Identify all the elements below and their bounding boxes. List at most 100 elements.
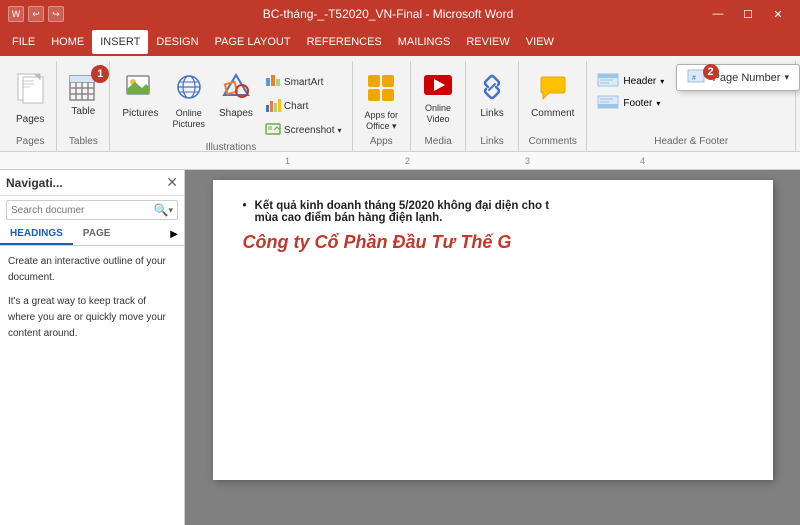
window-controls: — ☐ ✕ <box>704 4 792 24</box>
comments-group-items: Comment <box>525 63 580 136</box>
links-button[interactable]: Links <box>472 67 512 135</box>
menu-review[interactable]: REVIEW <box>458 30 517 54</box>
comment-icon <box>539 73 567 106</box>
page-number-dropdown-arrow: ▾ <box>784 72 789 83</box>
nav-body: Create an interactive outline of your do… <box>0 246 184 358</box>
nav-close-btn[interactable]: ✕ <box>166 174 178 191</box>
ribbon-group-pages: Pages Pages <box>4 61 57 151</box>
chart-button[interactable]: Chart <box>261 95 346 118</box>
ribbon-group-media: OnlineVideo Media <box>411 61 466 151</box>
pictures-icon <box>126 73 154 106</box>
ribbon: Pages Pages 1 <box>0 56 800 152</box>
shapes-icon <box>222 73 250 106</box>
menu-references[interactable]: REFERENCES <box>299 30 390 54</box>
undo-icon[interactable]: ↩ <box>28 6 44 22</box>
svg-text:#: # <box>692 75 696 82</box>
nav-tab-arrow[interactable]: ▶ <box>164 225 184 244</box>
pages-group-label: Pages <box>10 136 50 149</box>
search-dropdown[interactable]: ▾ <box>168 205 173 216</box>
menu-page-layout[interactable]: PAGE LAYOUT <box>207 30 299 54</box>
nav-body-text-2: It's a great way to keep track of where … <box>8 294 176 342</box>
links-group-items: Links <box>472 63 512 136</box>
page-number-popup: # 2 Page Number ▾ <box>676 64 800 91</box>
title-bar: W ↩ ↪ BC-tháng-_-T52020_VN-Final - Micro… <box>0 0 800 28</box>
ruler-mark-2: 2 <box>405 156 410 166</box>
menu-insert[interactable]: INSERT <box>92 30 148 54</box>
illustrations-group-label: Illustrations <box>116 142 345 155</box>
bullet-marker: • <box>243 200 247 224</box>
pages-label: Pages <box>16 114 44 126</box>
close-btn[interactable]: ✕ <box>764 4 792 24</box>
footer-dropdown: ▾ <box>656 99 660 108</box>
doc-content: • Kết quả kinh doanh tháng 5/2020 không … <box>243 200 743 253</box>
doc-vietnamese-title: Công ty Cổ Phần Đầu Tư Thế G <box>243 232 743 253</box>
ribbon-group-comments: Comment Comments <box>519 61 587 151</box>
pages-button[interactable]: Pages <box>10 67 50 135</box>
shapes-label: Shapes <box>219 108 253 120</box>
pictures-button[interactable]: Pictures <box>116 67 164 135</box>
header-button[interactable]: Header ▾ <box>593 71 668 92</box>
title-bar-icons: W ↩ ↪ <box>8 6 64 22</box>
header-label: Header <box>623 76 656 87</box>
online-pictures-icon <box>175 73 203 106</box>
menu-file[interactable]: FILE <box>4 30 43 54</box>
menu-home[interactable]: HOME <box>43 30 92 54</box>
badge-1: 1 <box>91 65 109 83</box>
ribbon-group-illustrations: Pictures OnlinePictures <box>110 61 352 151</box>
online-video-icon <box>423 73 453 101</box>
menu-view[interactable]: VIEW <box>518 30 562 54</box>
tables-group-items: 1 Table <box>63 63 103 136</box>
table-label: Table <box>69 106 97 118</box>
header-footer-group-label: Header & Footer <box>593 136 789 149</box>
header-footer-col: Header ▾ Footer ▾ <box>593 67 668 114</box>
badge-2: 2 <box>703 64 719 80</box>
doc-page: • Kết quả kinh doanh tháng 5/2020 không … <box>213 180 773 480</box>
maximize-btn[interactable]: ☐ <box>734 4 762 24</box>
header-dropdown: ▾ <box>660 77 664 86</box>
nav-tab-page[interactable]: PAGE <box>73 224 121 245</box>
links-group-label: Links <box>472 136 512 149</box>
nav-tabs: HEADINGS PAGE ▶ <box>0 224 184 246</box>
doc-bullet-1: • Kết quả kinh doanh tháng 5/2020 không … <box>243 200 743 224</box>
screenshot-button[interactable]: Screenshot ▾ <box>261 119 346 142</box>
main-area: Navigati... ✕ 🔍 ▾ HEADINGS PAGE ▶ Create… <box>0 170 800 525</box>
minimize-btn[interactable]: — <box>704 4 732 24</box>
smartart-button[interactable]: SmartArt <box>261 71 346 94</box>
comment-button[interactable]: Comment <box>525 67 580 135</box>
tables-group-label: Tables <box>63 136 103 149</box>
page-number-label: Page Number <box>713 72 781 84</box>
nav-tab-headings[interactable]: HEADINGS <box>0 224 73 245</box>
apps-for-office-button[interactable]: Apps forOffice ▾ <box>359 67 405 135</box>
apps-icon <box>366 73 396 108</box>
shapes-button[interactable]: Shapes <box>213 67 259 135</box>
footer-label: Footer <box>623 98 652 109</box>
illustrations-group-items: Pictures OnlinePictures <box>116 63 345 142</box>
online-pictures-button[interactable]: OnlinePictures <box>166 67 211 135</box>
redo-icon[interactable]: ↪ <box>48 6 64 22</box>
screenshot-icon <box>265 121 281 140</box>
nav-title: Navigati... <box>6 176 63 190</box>
footer-button[interactable]: Footer ▾ <box>593 93 668 114</box>
nav-body-text-1: Create an interactive outline of your do… <box>8 254 176 286</box>
online-pictures-label: OnlinePictures <box>172 108 205 130</box>
menu-design[interactable]: DESIGN <box>148 30 206 54</box>
media-group-items: OnlineVideo <box>417 63 459 136</box>
online-video-button[interactable]: OnlineVideo <box>417 67 459 135</box>
comment-label: Comment <box>531 108 574 120</box>
nav-search-input[interactable] <box>11 205 154 216</box>
nav-search[interactable]: 🔍 ▾ <box>6 200 178 220</box>
links-icon <box>478 73 506 106</box>
screenshot-dropdown-arrow: ▾ <box>338 126 342 135</box>
header-icon <box>597 73 619 90</box>
ribbon-group-apps: Apps forOffice ▾ Apps <box>353 61 412 151</box>
menu-bar: FILE HOME INSERT DESIGN PAGE LAYOUT REFE… <box>0 28 800 56</box>
chart-label: Chart <box>284 101 308 112</box>
pictures-label: Pictures <box>122 108 158 120</box>
table-button[interactable]: 1 Table <box>63 67 103 135</box>
screenshot-label: Screenshot <box>284 125 335 136</box>
menu-mailings[interactable]: MAILINGS <box>390 30 459 54</box>
apps-for-office-label: Apps forOffice ▾ <box>365 110 399 132</box>
header-footer-group-items: Header ▾ Footer ▾ <box>593 63 668 136</box>
word-icon: W <box>8 6 24 22</box>
pages-icon <box>16 73 44 112</box>
